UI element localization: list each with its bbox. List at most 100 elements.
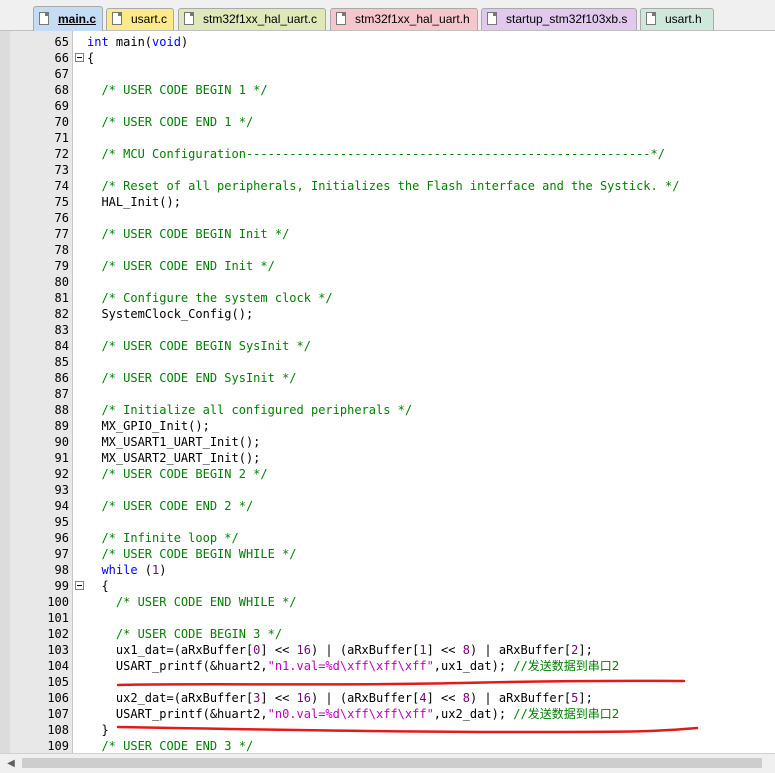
line-number: 69 bbox=[54, 99, 69, 113]
line-number: 82 bbox=[54, 307, 69, 321]
code-line: 95 bbox=[0, 514, 775, 530]
line-number: 81 bbox=[54, 291, 69, 305]
line-number: 73 bbox=[54, 163, 69, 177]
code-text[interactable]: /* USER CODE END 1 */ bbox=[87, 114, 253, 130]
line-number: 93 bbox=[54, 483, 69, 497]
code-text[interactable]: ux1_dat=(aRxBuffer[0] << 16) | (aRxBuffe… bbox=[87, 642, 593, 658]
code-token: // bbox=[513, 707, 528, 721]
line-number: 76 bbox=[54, 211, 69, 225]
tab-usart-c[interactable]: usart.c bbox=[106, 8, 174, 30]
line-number: 67 bbox=[54, 67, 69, 81]
scrollbar-thumb[interactable] bbox=[22, 758, 762, 768]
tab-stm32f1xx-hal-uart-h[interactable]: stm32f1xx_hal_uart.h bbox=[330, 8, 478, 30]
line-number: 65 bbox=[54, 35, 69, 49]
code-line: 106 ux2_dat=(aRxBuffer[3] << 16) | (aRxB… bbox=[0, 690, 775, 706]
fold-minus-icon[interactable] bbox=[75, 581, 84, 590]
code-line: 66 { bbox=[0, 50, 775, 66]
code-token: /* Reset of all peripherals, Initializes… bbox=[101, 179, 680, 193]
line-number: 102 bbox=[47, 627, 69, 641]
code-token: /* MCU Configuration--------------------… bbox=[101, 147, 665, 161]
editor-tab-bar: main.c usart.c stm32f1xx_hal_uart.c stm32f1… bbox=[0, 0, 775, 31]
code-text[interactable]: /* USER CODE END SysInit */ bbox=[87, 370, 296, 386]
code-token: 16 bbox=[296, 643, 311, 657]
code-text[interactable]: } bbox=[87, 722, 108, 738]
code-token: { bbox=[87, 579, 109, 593]
code-text[interactable]: /* USER CODE BEGIN SysInit */ bbox=[87, 338, 311, 354]
code-text[interactable]: /* USER CODE BEGIN WHILE */ bbox=[87, 546, 296, 562]
code-token: /* USER CODE BEGIN 3 */ bbox=[115, 627, 283, 641]
code-text[interactable]: { bbox=[87, 578, 109, 594]
line-number: 90 bbox=[54, 435, 69, 449]
line-number: 103 bbox=[47, 643, 69, 657]
code-text[interactable]: USART_printf(&huart2,"n0.val=%d\xff\xff\… bbox=[87, 706, 619, 722]
code-editor[interactable]: 65 int main(void) 66{67 68 /* USER CODE BEG… bbox=[0, 31, 775, 753]
code-token: MX_USART1_UART_Init(); bbox=[87, 435, 261, 449]
code-line: 77 /* USER CODE BEGIN Init */ bbox=[0, 226, 775, 242]
code-text[interactable]: MX_USART1_UART_Init(); bbox=[87, 434, 260, 450]
code-text[interactable]: ux2_dat=(aRxBuffer[3] << 16) | (aRxBuffe… bbox=[87, 690, 593, 706]
tab-startup-stm32f103xb-s[interactable]: startup_stm32f103xb.s bbox=[481, 8, 637, 30]
code-token: while bbox=[101, 563, 138, 577]
tab-main-c[interactable]: main.c bbox=[33, 6, 103, 31]
code-text[interactable]: USART_printf(&huart2,"n1.val=%d\xff\xff\… bbox=[87, 658, 619, 674]
tab-label: usart.h bbox=[665, 12, 702, 26]
horizontal-scrollbar[interactable]: ◀ bbox=[0, 753, 775, 773]
code-token: USART_printf(&huart2, bbox=[87, 707, 268, 721]
code-text[interactable]: int main(void) bbox=[87, 34, 188, 50]
code-line: 78 bbox=[0, 242, 775, 258]
code-text[interactable]: MX_USART2_UART_Init(); bbox=[87, 450, 260, 466]
code-token: void bbox=[152, 35, 181, 49]
code-text[interactable]: HAL_Init(); bbox=[87, 194, 181, 210]
code-text[interactable]: /* USER CODE BEGIN Init */ bbox=[87, 226, 289, 242]
code-text[interactable]: /* USER CODE END WHILE */ bbox=[87, 594, 297, 610]
code-text[interactable]: /* USER CODE BEGIN 1 */ bbox=[87, 82, 267, 98]
code-token: /* USER CODE END 3 */ bbox=[101, 739, 254, 753]
line-number: 87 bbox=[54, 387, 69, 401]
code-line: 90 MX_USART1_UART_Init(); bbox=[0, 434, 775, 450]
code-line: 80 bbox=[0, 274, 775, 290]
fold-minus-icon[interactable] bbox=[75, 53, 84, 62]
code-token: ]; bbox=[578, 691, 593, 705]
code-text[interactable]: /* USER CODE BEGIN 2 */ bbox=[87, 466, 267, 482]
code-text[interactable]: /* Infinite loop */ bbox=[87, 530, 238, 546]
code-text[interactable]: /* USER CODE END 3 */ bbox=[87, 738, 253, 753]
code-text[interactable]: /* USER CODE BEGIN 3 */ bbox=[87, 626, 282, 642]
code-text[interactable]: /* Reset of all peripherals, Initializes… bbox=[87, 178, 679, 194]
triangle-left-icon[interactable]: ◀ bbox=[4, 757, 18, 771]
line-number: 74 bbox=[54, 179, 69, 193]
code-line: 108 } bbox=[0, 722, 775, 738]
code-line: 100 /* USER CODE END WHILE */ bbox=[0, 594, 775, 610]
code-token: main( bbox=[108, 35, 153, 49]
code-line: 104 USART_printf(&huart2,"n1.val=%d\xff\… bbox=[0, 658, 775, 674]
code-line: 89 MX_GPIO_Init(); bbox=[0, 418, 775, 434]
tab-stm32f1xx-hal-uart-c[interactable]: stm32f1xx_hal_uart.c bbox=[178, 8, 326, 30]
code-line: 98 while (1) bbox=[0, 562, 775, 578]
code-text[interactable]: while (1) bbox=[87, 562, 166, 578]
code-token: ) | (aRxBuffer[ bbox=[310, 691, 420, 705]
code-text[interactable]: /* USER CODE END Init */ bbox=[87, 258, 274, 274]
code-text[interactable]: SystemClock_Config(); bbox=[87, 306, 253, 322]
code-token: HAL_Init(); bbox=[87, 195, 181, 209]
code-text[interactable]: /* Initialize all configured peripherals… bbox=[87, 402, 412, 418]
code-token: MX_GPIO_Init(); bbox=[87, 419, 210, 433]
code-text[interactable]: /* Configure the system clock */ bbox=[87, 290, 332, 306]
code-text[interactable]: /* USER CODE END 2 */ bbox=[87, 498, 253, 514]
code-line: 72 /* MCU Configuration-----------------… bbox=[0, 146, 775, 162]
code-text[interactable]: /* MCU Configuration--------------------… bbox=[87, 146, 665, 162]
code-token: /* USER CODE END 2 */ bbox=[101, 499, 254, 513]
code-token: /* USER CODE BEGIN Init */ bbox=[101, 227, 290, 241]
line-number: 86 bbox=[54, 371, 69, 385]
code-text[interactable]: MX_GPIO_Init(); bbox=[87, 418, 210, 434]
code-token: 发送数据到串口2 bbox=[527, 659, 620, 673]
code-text[interactable]: { bbox=[87, 50, 94, 66]
code-line: 101 bbox=[0, 610, 775, 626]
line-number: 66 bbox=[54, 51, 69, 65]
tab-usart-h[interactable]: usart.h bbox=[640, 8, 714, 30]
line-number: 101 bbox=[47, 611, 69, 625]
